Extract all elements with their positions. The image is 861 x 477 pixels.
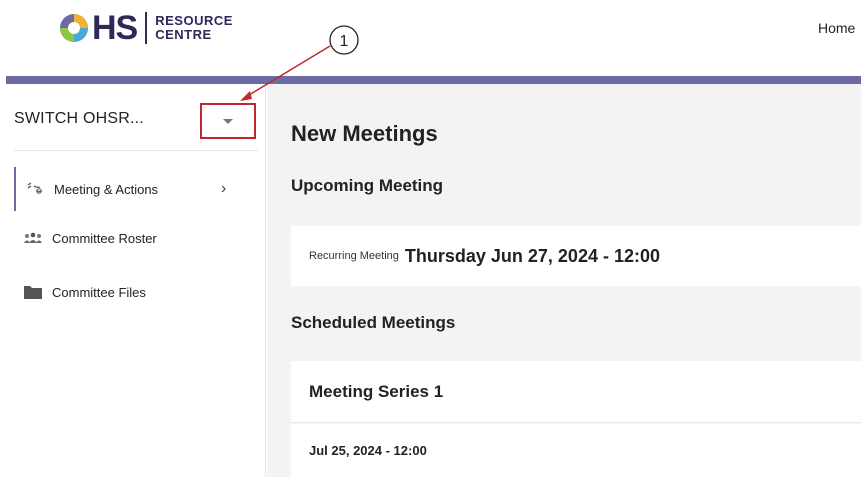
switch-committee-dropdown[interactable] bbox=[200, 103, 256, 139]
recurring-meeting-label: Recurring Meeting bbox=[309, 250, 399, 262]
sidebar-item-label: Committee Roster bbox=[52, 230, 157, 246]
sidebar-item-committee-roster[interactable]: Committee Roster bbox=[14, 225, 157, 251]
logo-separator bbox=[145, 12, 148, 44]
meeting-series-title: Meeting Series 1 bbox=[309, 381, 444, 401]
caret-down-icon bbox=[223, 118, 233, 124]
scheduled-meetings-title: Scheduled Meetings bbox=[291, 313, 456, 332]
logo-mark-icon bbox=[60, 14, 88, 42]
logo-line-2: CENTRE bbox=[155, 27, 212, 42]
sidebar: SWITCH OHSR... Meeting & Actions › Commi… bbox=[0, 84, 266, 477]
meeting-series-card[interactable]: Meeting Series 1 bbox=[291, 361, 861, 423]
chevron-right-icon: › bbox=[221, 180, 227, 197]
upcoming-meeting-title: Upcoming Meeting bbox=[291, 176, 444, 195]
meeting-series-date-row[interactable]: Jul 25, 2024 - 12:00 bbox=[291, 424, 861, 477]
sidebar-divider bbox=[14, 150, 258, 151]
logo-subtitle: RESOURCE CENTRE bbox=[155, 14, 233, 42]
upcoming-meeting-date: Thursday Jun 27, 2024 - 12:00 bbox=[404, 245, 660, 266]
upcoming-meeting-card[interactable]: Recurring Meeting Thursday Jun 27, 2024 … bbox=[291, 226, 861, 286]
sidebar-item-label: Committee Files bbox=[52, 284, 146, 300]
page-title: New Meetings bbox=[291, 121, 438, 146]
roster-icon bbox=[22, 230, 44, 246]
top-bar: HS RESOURCE CENTRE Home bbox=[0, 0, 861, 76]
main-content: New Meetings Upcoming Meeting Recurring … bbox=[267, 84, 861, 477]
meeting-series-date: Jul 25, 2024 - 12:00 bbox=[309, 443, 427, 458]
logo-hs-text: HS bbox=[92, 9, 138, 47]
nav-home-link[interactable]: Home bbox=[818, 20, 855, 36]
meeting-actions-icon bbox=[24, 181, 46, 197]
logo-line-1: RESOURCE bbox=[155, 13, 233, 28]
sidebar-item-committee-files[interactable]: Committee Files bbox=[14, 279, 146, 305]
accent-bar bbox=[6, 76, 861, 84]
folder-icon bbox=[22, 284, 44, 300]
sidebar-item-label: Meeting & Actions bbox=[54, 181, 159, 197]
ohs-logo[interactable]: HS RESOURCE CENTRE bbox=[58, 10, 233, 46]
sidebar-item-meeting-actions[interactable]: Meeting & Actions › bbox=[14, 167, 226, 211]
switch-committee-label[interactable]: SWITCH OHSR... bbox=[14, 110, 144, 128]
